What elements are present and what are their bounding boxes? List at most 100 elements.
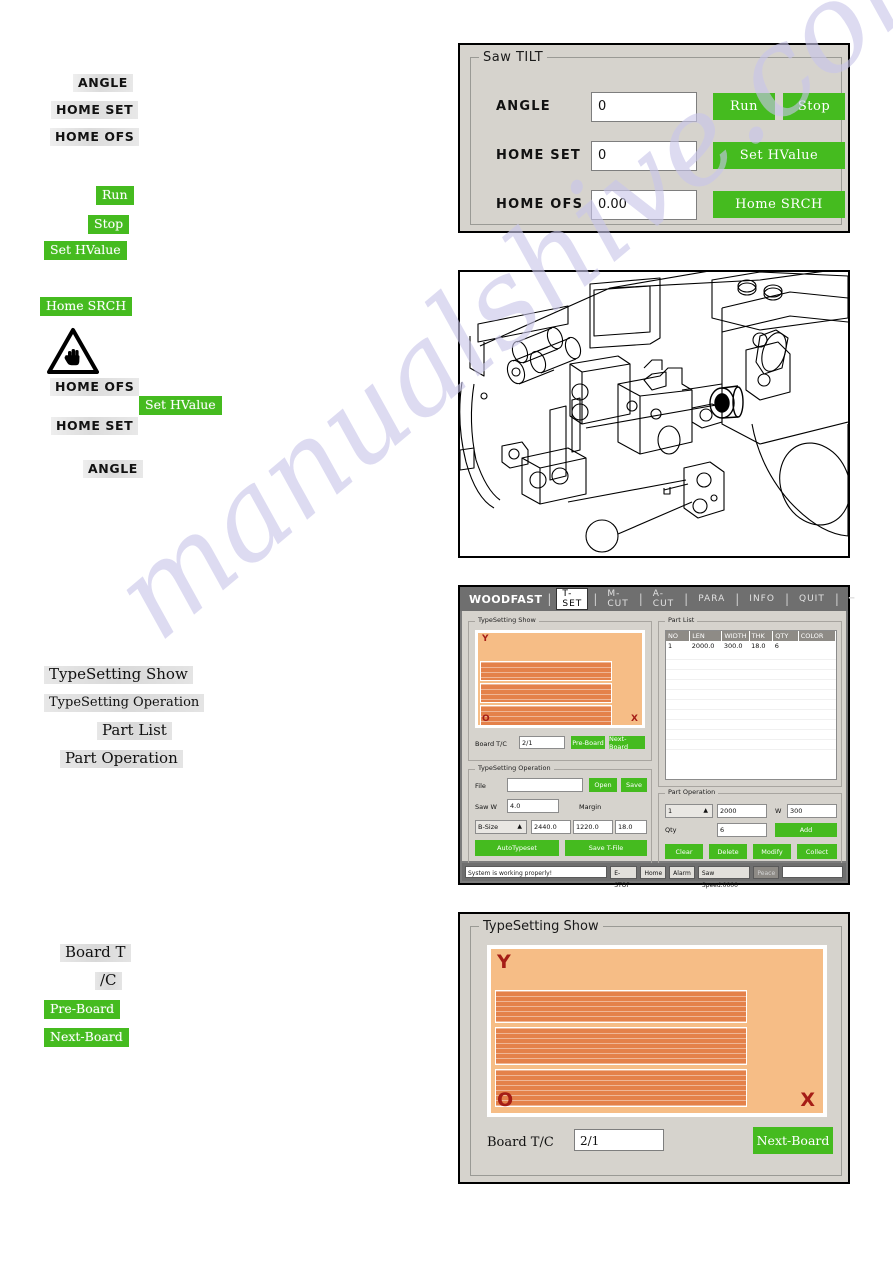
- typesetting-show-panel: TypeSetting Show Y O X Board T/C 2/1 Nex…: [458, 912, 850, 1184]
- ts-axis-y: Y: [482, 634, 489, 644]
- sw-pre-board-button[interactable]: Pre-Board: [571, 736, 605, 749]
- home-set-input[interactable]: 0: [591, 141, 697, 171]
- sw-bsize-wid-input[interactable]: 1220.0: [573, 820, 613, 834]
- tilt-row-home-set: HOME SET 0 Set HValue: [471, 141, 845, 175]
- callout-angle: ANGLE: [83, 460, 143, 478]
- sw-qty-input[interactable]: 6: [717, 823, 767, 837]
- tab-info[interactable]: INFO: [744, 593, 780, 605]
- col-color: COLOR: [798, 631, 836, 641]
- callout-part-list: Part List: [97, 722, 172, 740]
- tab-t-set[interactable]: T-SET: [556, 588, 589, 610]
- col-width: WIDTH: [721, 631, 750, 641]
- callout-set-hvalue: Set HValue: [139, 396, 222, 415]
- sw-part-list-group: Part List NO LEN WIDTH THK QTY COLOR 1 2…: [658, 616, 842, 787]
- table-row-empty: [666, 669, 836, 680]
- tab-quit[interactable]: QUIT: [794, 593, 830, 605]
- home-indicator[interactable]: Home: [640, 865, 667, 879]
- sw-typesetting-operation-group: TypeSetting Operation File Open Save Saw…: [468, 764, 652, 865]
- typesetting-canvas[interactable]: Y O X: [487, 945, 827, 1117]
- alarm-indicator[interactable]: Alarm: [669, 865, 695, 879]
- sw-open-button[interactable]: Open: [589, 778, 617, 792]
- sw-collect-button[interactable]: Collect: [797, 844, 837, 859]
- ts-part-row-1: [495, 990, 747, 1023]
- software-body: TypeSetting Show Y O X Board T/C 2/1 Pre…: [462, 611, 846, 865]
- run-button[interactable]: Run: [713, 93, 775, 120]
- status-extra-field: [782, 866, 843, 878]
- cell-len: 2000.0: [691, 641, 715, 650]
- peace-indicator: Peace: [753, 865, 780, 879]
- chevron-up-icon: ▲: [703, 807, 708, 814]
- sw-part-w-input[interactable]: 300: [787, 804, 837, 818]
- table-row-empty: [666, 739, 836, 750]
- sw-board-tc-input[interactable]: 2/1: [519, 736, 565, 749]
- typesetting-show-groupbox: TypeSetting Show Y O X Board T/C 2/1 Nex…: [470, 919, 842, 1176]
- ts-part: [480, 661, 612, 681]
- sw-part-operation-group: Part Operation 1 ▲ 2000 W 300 Qty 6 Add …: [658, 788, 842, 865]
- sw-bsize-combo[interactable]: B-Size ▲: [475, 820, 527, 834]
- sw-part-list-table[interactable]: NO LEN WIDTH THK QTY COLOR 1 2000.0 300.: [665, 630, 837, 780]
- menu-separator: |: [593, 592, 598, 606]
- callout-home-set: HOME SET: [51, 417, 139, 435]
- sw-bsize-thk-input[interactable]: 18.0: [615, 820, 647, 834]
- sw-typesetting-preview[interactable]: Y O X: [475, 630, 645, 728]
- callout-typesetting-show: TypeSetting Show: [44, 666, 193, 684]
- machine-assembly-drawing: [458, 270, 850, 558]
- sw-saww-input[interactable]: 4.0: [507, 799, 559, 813]
- ts-part: [480, 683, 612, 703]
- sw-qty-label: Qty: [665, 826, 677, 834]
- minimize-icon[interactable]: ━: [844, 593, 859, 605]
- home-ofs-input[interactable]: 0.00: [591, 190, 697, 220]
- sw-clear-button[interactable]: Clear: [665, 844, 703, 859]
- tab-m-cut[interactable]: M-CUT: [602, 588, 633, 610]
- part-list-table: NO LEN WIDTH THK QTY COLOR 1 2000.0 300.: [666, 631, 836, 750]
- sw-saww-label: Saw W: [475, 803, 497, 811]
- sw-next-board-button[interactable]: Next-Board: [609, 735, 645, 751]
- sw-margin-label: Margin: [579, 803, 602, 811]
- callout-home-srch: Home SRCH: [40, 297, 133, 316]
- tab-para[interactable]: PARA: [693, 593, 730, 605]
- saw-tilt-groupbox: Saw TILT ANGLE 0 Run Stop HOME SET 0 Set…: [470, 50, 845, 225]
- sw-autotypeset-button[interactable]: AutoTypeset: [475, 840, 559, 856]
- home-srch-button[interactable]: Home SRCH: [713, 191, 845, 218]
- callout-set-hvalue: Set HValue: [44, 241, 127, 260]
- saw-tilt-title: Saw TILT: [479, 50, 548, 65]
- axis-label-o: O: [497, 1089, 514, 1111]
- callout-board-t: Board T: [60, 944, 131, 962]
- sw-board-tc-label: Board T/C: [475, 740, 507, 748]
- next-board-button[interactable]: Next-Board: [753, 1127, 833, 1154]
- sw-add-button[interactable]: Add: [775, 823, 837, 837]
- home-set-label: HOME SET: [496, 148, 581, 163]
- sw-save-tfile-button[interactable]: Save T-File: [565, 840, 647, 856]
- sw-part-len-input[interactable]: 2000: [717, 804, 767, 818]
- sw-part-w-label: W: [775, 807, 782, 815]
- sw-delete-button[interactable]: Delete: [709, 844, 747, 859]
- sw-typesetting-operation-title: TypeSetting Operation: [475, 764, 554, 772]
- callout-pre-board: Pre-Board: [44, 1000, 121, 1019]
- callout-stop: Stop: [88, 215, 130, 234]
- callout-next-board: Next-Board: [44, 1028, 129, 1047]
- angle-input[interactable]: 0: [591, 92, 697, 122]
- callout-angle: ANGLE: [73, 74, 133, 92]
- cell-no: 1: [668, 641, 673, 650]
- table-row[interactable]: 1 2000.0 300.0 18.0 6: [666, 641, 836, 650]
- stop-button[interactable]: Stop: [783, 93, 845, 120]
- sw-save-button[interactable]: Save: [621, 778, 647, 792]
- home-ofs-label: HOME OFS: [496, 197, 584, 212]
- sw-modify-button[interactable]: Modify: [753, 844, 791, 859]
- table-row-empty: [666, 679, 836, 690]
- axis-label-y: Y: [497, 951, 511, 973]
- sw-part-index-combo[interactable]: 1 ▲: [665, 804, 713, 818]
- callout-c: /C: [95, 972, 122, 990]
- ts-axis-o: O: [482, 714, 490, 724]
- status-message: System is working properly!: [465, 866, 608, 878]
- tab-a-cut[interactable]: A-CUT: [648, 588, 679, 610]
- callout-run: Run: [96, 186, 134, 205]
- board-tc-label: Board T/C: [487, 1135, 554, 1150]
- sw-file-input[interactable]: [507, 778, 583, 792]
- chevron-up-icon: ▲: [517, 823, 522, 830]
- board-tc-input[interactable]: 2/1: [574, 1129, 664, 1151]
- menu-separator: |: [638, 592, 643, 606]
- set-hvalue-button[interactable]: Set HValue: [713, 142, 845, 169]
- sw-bsize-len-input[interactable]: 2440.0: [531, 820, 571, 834]
- estop-indicator[interactable]: E-STOP: [610, 865, 638, 889]
